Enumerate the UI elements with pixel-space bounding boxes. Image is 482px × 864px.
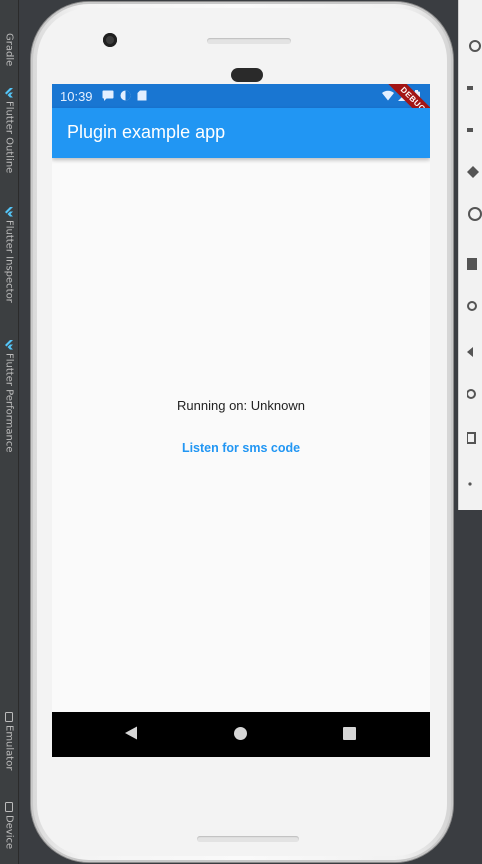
emulator-toolbar <box>458 0 482 510</box>
status-time: 10:39 <box>60 89 93 104</box>
ide-tab-label: Flutter Performance <box>3 353 15 453</box>
power-icon[interactable] <box>467 38 482 54</box>
ide-tab-label: Emulator <box>3 725 15 771</box>
ide-tab-flutter-inspector[interactable]: Flutter Inspector <box>1 207 17 303</box>
app-bar-title: Plugin example app <box>67 122 226 142</box>
volume-up-icon[interactable] <box>467 80 482 96</box>
back-button-icon[interactable] <box>467 344 482 360</box>
ide-tab-device[interactable]: Device <box>1 802 17 849</box>
top-speaker-grille <box>207 38 291 44</box>
ide-tab-label: Flutter Inspector <box>3 220 15 303</box>
front-camera-icon <box>103 33 117 47</box>
ide-tool-window-strip: Gradle Flutter Outline Flutter Inspector… <box>0 0 19 864</box>
home-icon[interactable] <box>234 727 247 740</box>
ide-tab-label: Device <box>3 815 15 850</box>
ide-tab-label: Gradle <box>3 33 15 67</box>
navigation-bar <box>52 712 430 757</box>
zoom-icon[interactable] <box>467 300 482 316</box>
emulator-icon <box>5 712 13 722</box>
listen-sms-code-button[interactable]: Listen for sms code <box>171 430 311 466</box>
home-button-icon[interactable] <box>467 386 482 402</box>
flutter-icon <box>5 88 13 98</box>
ide-tab-label: Flutter Outline <box>3 101 15 174</box>
rotate-left-icon[interactable] <box>467 164 482 180</box>
ide-tab-emulator[interactable]: Emulator <box>1 712 17 770</box>
ide-tab-gradle[interactable]: Gradle <box>1 30 17 66</box>
sd-card-icon <box>137 90 147 101</box>
flutter-icon <box>5 207 13 217</box>
wifi-icon <box>382 90 394 101</box>
device-icon <box>5 802 13 812</box>
status-bar: 10:39 DEBUG <box>52 84 430 132</box>
rotate-right-icon[interactable] <box>467 206 482 222</box>
back-icon[interactable] <box>124 726 138 740</box>
ide-tab-flutter-performance[interactable]: Flutter Performance <box>1 340 17 453</box>
volume-down-icon[interactable] <box>467 122 482 138</box>
recents-icon[interactable] <box>343 727 356 740</box>
sim-icon <box>120 90 131 101</box>
ide-tab-flutter-outline[interactable]: Flutter Outline <box>1 88 17 173</box>
overview-button-icon[interactable] <box>467 430 482 446</box>
screenshot-icon[interactable] <box>467 256 482 272</box>
app-bar: Plugin example app <box>52 108 430 158</box>
earpiece <box>231 68 263 82</box>
sms-icon <box>102 90 114 101</box>
more-icon[interactable] <box>467 476 482 492</box>
device-screen: 10:39 DEBUG Plugin example app Running o… <box>52 84 430 757</box>
flutter-icon <box>5 340 13 350</box>
bottom-speaker-grille <box>197 836 299 842</box>
app-body: Running on: Unknown Listen for sms code <box>52 158 430 712</box>
running-on-text: Running on: Unknown <box>177 398 305 413</box>
status-notification-icons <box>102 90 147 101</box>
